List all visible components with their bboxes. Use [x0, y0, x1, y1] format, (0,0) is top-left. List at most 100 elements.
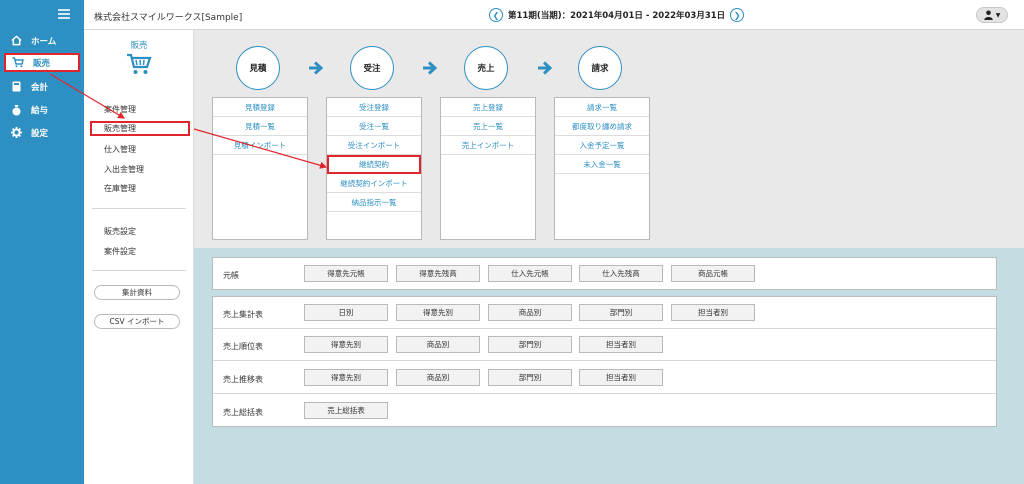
fiscal-period-selector: ❮ 第11期(当期)：2021年04月01日 - 2022年03月31日 ❯ — [484, 6, 749, 24]
sales-reports-panel: 売上集計表 日別 得意先別 商品別 部門別 担当者別 売上順位表 得意先別 商品… — [212, 296, 997, 427]
calculator-icon — [10, 81, 22, 92]
left-navigation: ホーム 販売 会計 給与 設定 — [0, 0, 84, 484]
arrow-right-icon — [423, 61, 438, 75]
continuous-contract-import-link[interactable]: 継続契約インポート — [327, 174, 421, 193]
submenu-divider — [92, 270, 186, 271]
sales-overview-button[interactable]: 売上総括表 — [304, 402, 388, 419]
report-row-label: 元帳 — [223, 271, 239, 280]
estimate-menu: 見積登録 見積一覧 見積インポート — [212, 97, 308, 240]
gear-icon — [10, 127, 22, 138]
ranking-by-product-button[interactable]: 商品別 — [396, 336, 480, 353]
report-row: 売上推移表 得意先別 商品別 部門別 担当者別 — [213, 362, 996, 394]
nav-item-sales[interactable]: 販売 — [4, 53, 80, 72]
supplier-ledger-button[interactable]: 仕入先元帳 — [488, 265, 572, 282]
ranking-by-staff-button[interactable]: 担当者別 — [579, 336, 663, 353]
report-row: 売上集計表 日別 得意先別 商品別 部門別 担当者別 — [213, 297, 996, 329]
submenu-title: 販売 — [130, 41, 148, 51]
consolidated-invoice-link[interactable]: 都度取り纏め請求 — [555, 117, 649, 136]
nav-item-settings[interactable]: 設定 — [4, 123, 80, 142]
sales-workflow: 見積 受注 売上 請求 見積登録 見積一覧 見積インポート 受注登録 受注一覧 … — [194, 30, 1024, 248]
company-name: 株式会社スマイルワークス[Sample] — [94, 13, 243, 23]
order-import-link[interactable]: 受注インポート — [327, 136, 421, 155]
sales-list-link[interactable]: 売上一覧 — [441, 117, 535, 136]
arrow-right-icon — [538, 61, 553, 75]
next-period-button[interactable]: ❯ — [730, 8, 745, 22]
step-order: 受注 — [350, 46, 394, 90]
ranking-by-customer-button[interactable]: 得意先別 — [304, 336, 388, 353]
reports-area: 元帳 得意先元帳 得意先残高 仕入先元帳 仕入先残高 商品元帳 売上集計表 日別… — [194, 248, 1024, 484]
money-bag-icon — [10, 104, 22, 116]
summary-by-product-button[interactable]: 商品別 — [488, 304, 572, 321]
unpaid-list-link[interactable]: 未入金一覧 — [555, 155, 649, 174]
report-row-label: 売上総括表 — [223, 408, 263, 417]
nav-item-label: 設定 — [31, 128, 49, 139]
continuous-contract-link[interactable]: 継続契約 — [327, 155, 421, 174]
cart-icon — [12, 57, 24, 68]
trend-by-customer-button[interactable]: 得意先別 — [304, 369, 388, 386]
step-estimate: 見積 — [236, 46, 280, 90]
step-sales: 売上 — [464, 46, 508, 90]
csv-import-button[interactable]: CSV インポート — [94, 314, 180, 329]
arrow-right-icon — [309, 61, 324, 75]
summary-by-day-button[interactable]: 日別 — [304, 304, 388, 321]
estimate-import-link[interactable]: 見積インポート — [213, 136, 307, 155]
step-billing: 請求 — [578, 46, 622, 90]
submenu-link-purchasing[interactable]: 仕入管理 — [104, 144, 136, 155]
nav-item-label: ホーム — [31, 36, 57, 47]
ledger-panel: 元帳 得意先元帳 得意先残高 仕入先元帳 仕入先残高 商品元帳 — [212, 257, 997, 290]
delivery-instruction-list-link[interactable]: 納品指示一覧 — [327, 193, 421, 212]
sales-submenu: 販売 案件管理 販売管理 仕入管理 入出金管理 在庫管理 販売設定 案件設定 集… — [84, 30, 194, 484]
submenu-divider — [92, 208, 186, 209]
payment-schedule-list-link[interactable]: 入金予定一覧 — [555, 136, 649, 155]
submenu-link-sales-management[interactable]: 販売管理 — [90, 121, 190, 136]
nav-item-payroll[interactable]: 給与 — [4, 100, 80, 119]
previous-period-button[interactable]: ❮ — [489, 8, 503, 22]
trend-by-department-button[interactable]: 部門別 — [488, 369, 572, 386]
summary-by-staff-button[interactable]: 担当者別 — [671, 304, 755, 321]
report-row-label: 売上集計表 — [223, 310, 263, 319]
order-register-link[interactable]: 受注登録 — [327, 98, 421, 117]
fiscal-period-label: 第11期(当期)：2021年04月01日 - 2022年03月31日 — [508, 11, 726, 21]
supplier-balance-button[interactable]: 仕入先残高 — [579, 265, 663, 282]
report-row: 売上順位表 得意先別 商品別 部門別 担当者別 — [213, 329, 996, 361]
chevron-down-icon: ▼ — [995, 11, 1001, 19]
submenu-link-project-settings[interactable]: 案件設定 — [104, 246, 136, 257]
sales-menu: 売上登録 売上一覧 売上インポート — [440, 97, 536, 240]
report-row: 元帳 得意先元帳 得意先残高 仕入先元帳 仕入先残高 商品元帳 — [213, 258, 996, 290]
report-row: 売上総括表 売上総括表 — [213, 395, 996, 427]
submenu-link-cash[interactable]: 入出金管理 — [104, 164, 144, 175]
trend-by-staff-button[interactable]: 担当者別 — [579, 369, 663, 386]
billing-menu: 請求一覧 都度取り纏め請求 入金予定一覧 未入金一覧 — [554, 97, 650, 240]
summary-by-department-button[interactable]: 部門別 — [579, 304, 663, 321]
nav-item-label: 給与 — [31, 105, 49, 116]
nav-item-accounting[interactable]: 会計 — [4, 77, 80, 96]
trend-by-product-button[interactable]: 商品別 — [396, 369, 480, 386]
order-menu: 受注登録 受注一覧 受注インポート 継続契約 継続契約インポート 納品指示一覧 — [326, 97, 422, 240]
sales-register-link[interactable]: 売上登録 — [441, 98, 535, 117]
customer-ledger-button[interactable]: 得意先元帳 — [304, 265, 388, 282]
cart-icon — [126, 52, 152, 76]
estimate-register-link[interactable]: 見積登録 — [213, 98, 307, 117]
order-list-link[interactable]: 受注一覧 — [327, 117, 421, 136]
hamburger-menu-icon[interactable] — [58, 9, 70, 19]
product-ledger-button[interactable]: 商品元帳 — [671, 265, 755, 282]
customer-balance-button[interactable]: 得意先残高 — [396, 265, 480, 282]
invoice-list-link[interactable]: 請求一覧 — [555, 98, 649, 117]
submenu-link-inventory[interactable]: 在庫管理 — [104, 183, 136, 194]
user-icon — [983, 10, 993, 20]
nav-item-label: 会計 — [31, 82, 49, 93]
user-menu-button[interactable]: ▼ — [976, 7, 1008, 23]
estimate-list-link[interactable]: 見積一覧 — [213, 117, 307, 136]
summary-by-customer-button[interactable]: 得意先別 — [396, 304, 480, 321]
submenu-link-projects[interactable]: 案件管理 — [104, 104, 136, 115]
nav-item-label: 販売 — [33, 58, 51, 69]
ranking-by-department-button[interactable]: 部門別 — [488, 336, 572, 353]
report-row-label: 売上推移表 — [223, 375, 263, 384]
top-bar: 株式会社スマイルワークス[Sample] ❮ 第11期(当期)：2021年04月… — [84, 0, 1024, 30]
sales-import-link[interactable]: 売上インポート — [441, 136, 535, 155]
summary-reports-button[interactable]: 集計資料 — [94, 285, 180, 300]
home-icon — [10, 35, 22, 46]
submenu-link-sales-settings[interactable]: 販売設定 — [104, 226, 136, 237]
nav-item-home[interactable]: ホーム — [4, 31, 80, 50]
report-row-label: 売上順位表 — [223, 342, 263, 351]
